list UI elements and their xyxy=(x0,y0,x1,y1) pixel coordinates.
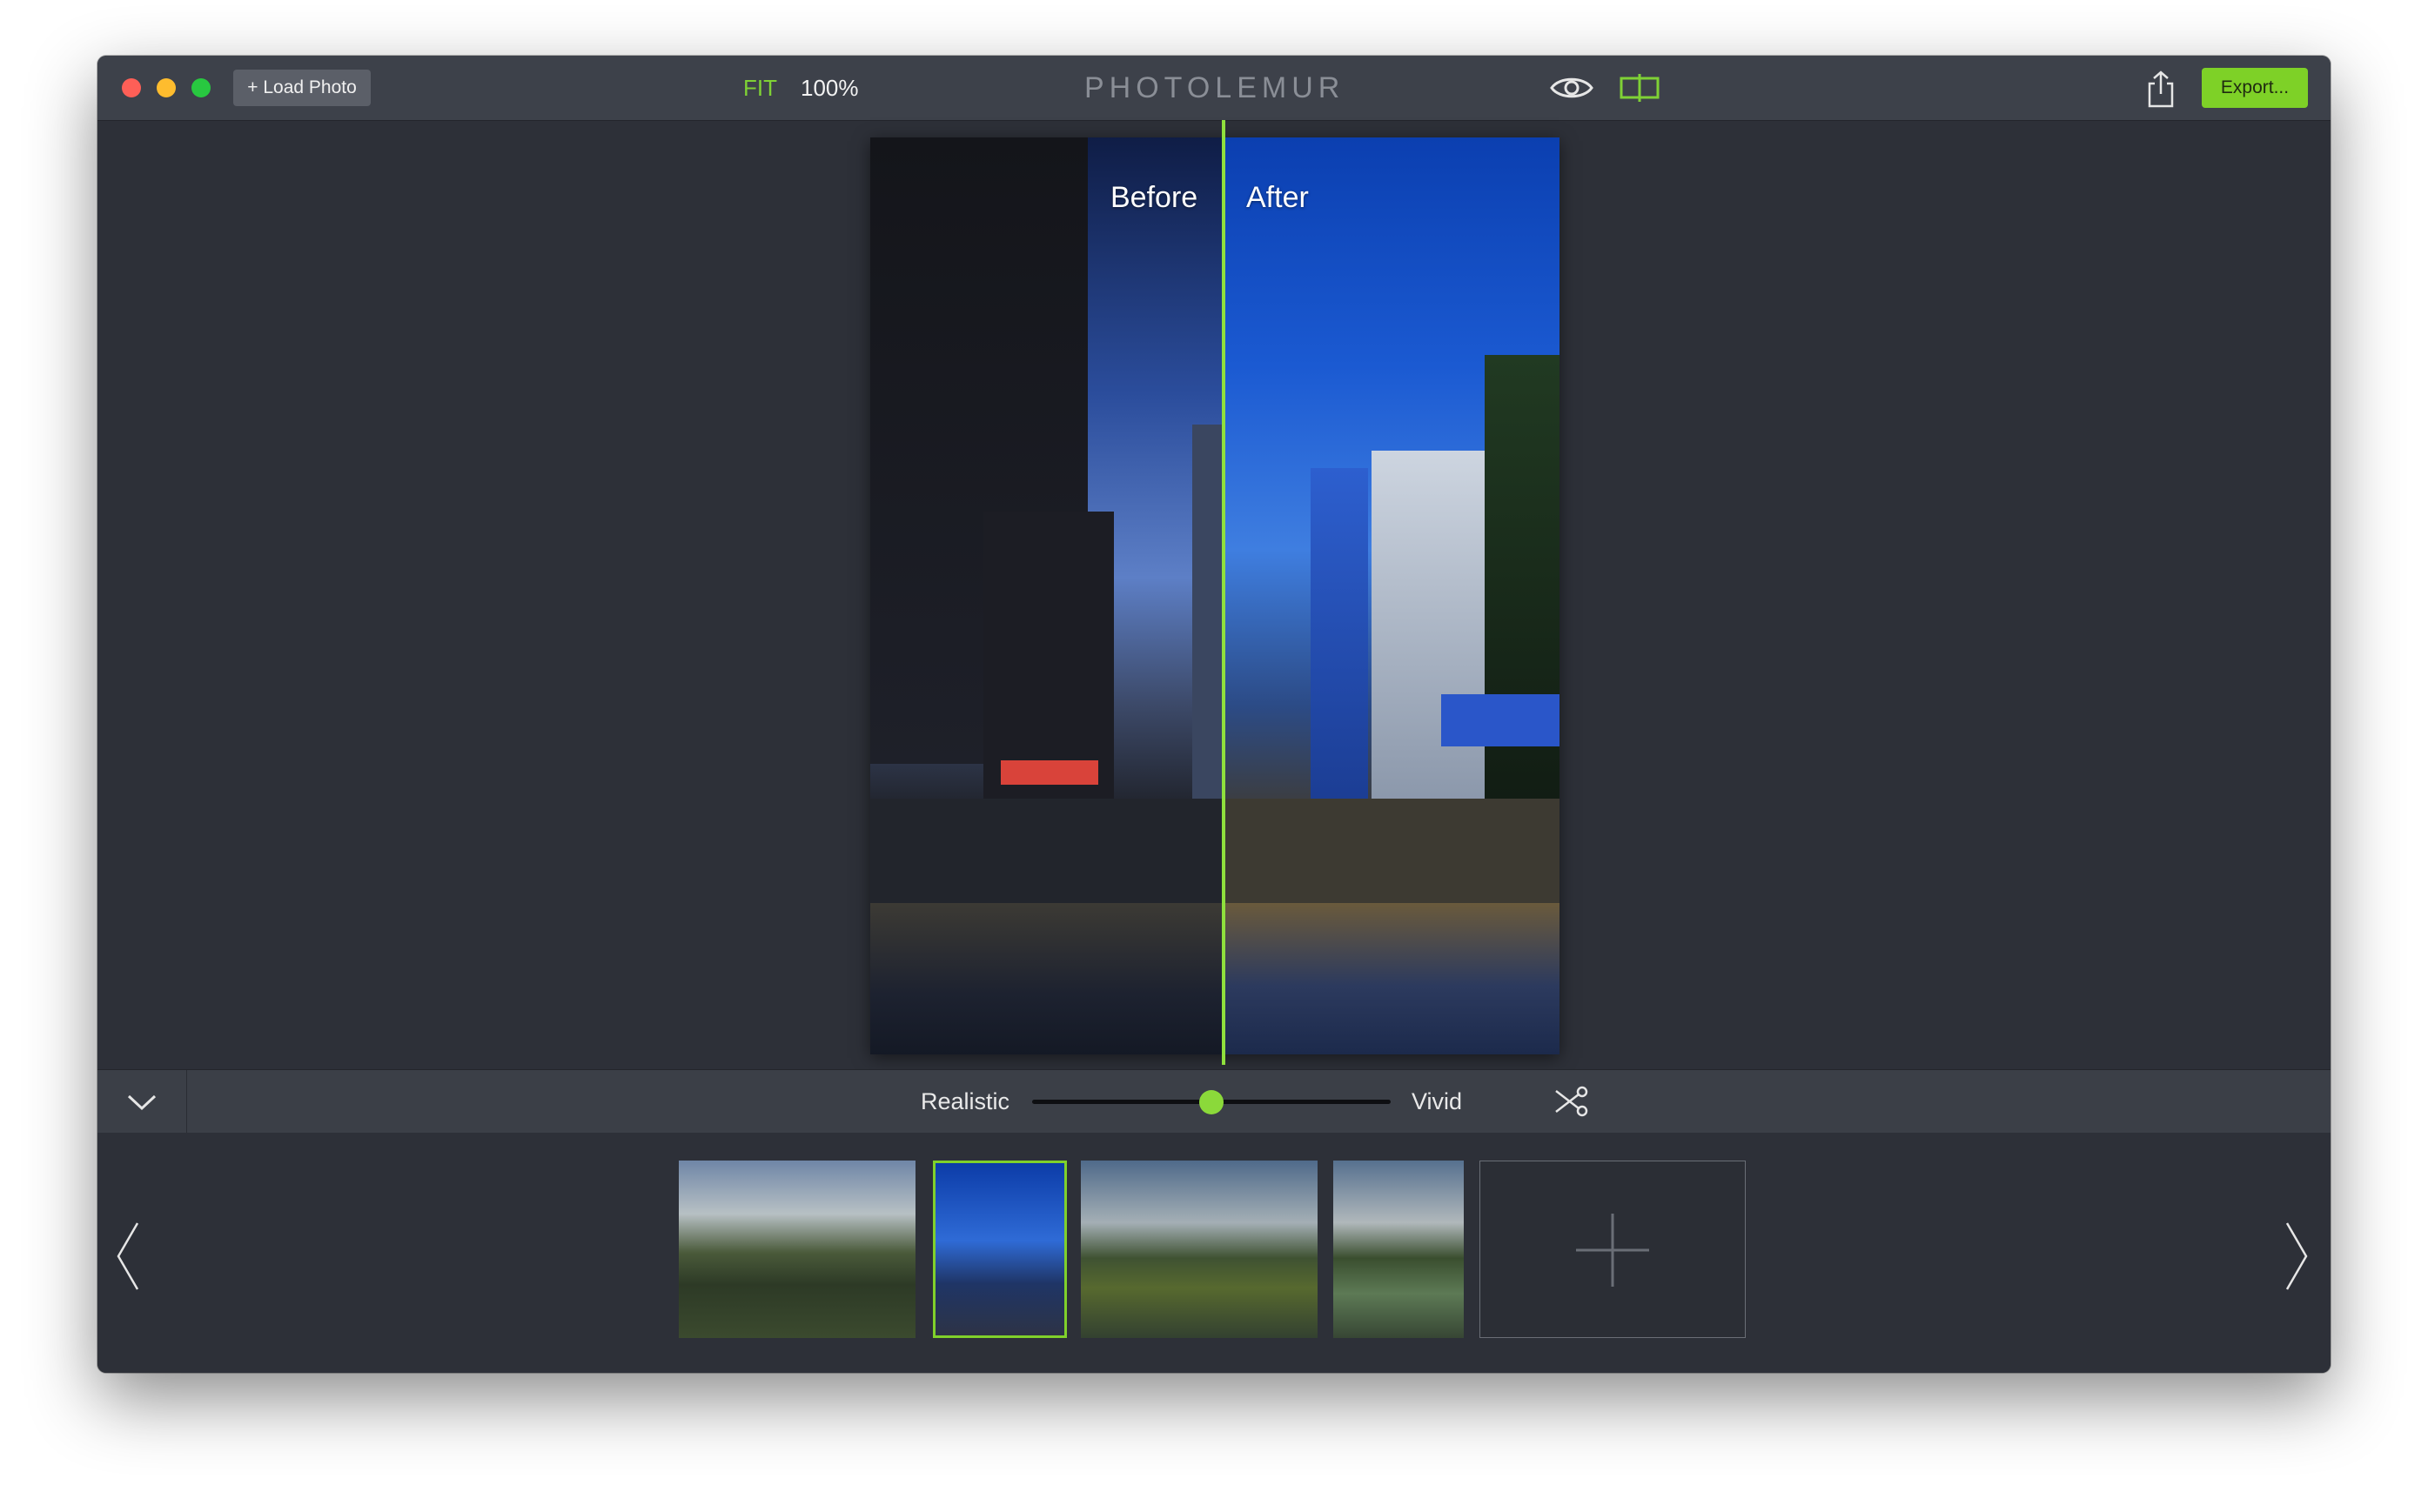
scissors-icon[interactable] xyxy=(1553,1086,1589,1117)
intensity-slider-knob[interactable] xyxy=(1199,1090,1224,1114)
thumbnail-3[interactable] xyxy=(1081,1161,1318,1338)
chevron-down-icon xyxy=(127,1094,157,1111)
collapse-panel-button[interactable] xyxy=(97,1070,187,1133)
realistic-label: Realistic xyxy=(921,1088,1010,1114)
maximize-window-button[interactable] xyxy=(191,78,211,97)
adjustment-bar: Realistic Vivid xyxy=(97,1069,2331,1134)
vivid-label: Vivid xyxy=(1412,1088,1463,1114)
road-after xyxy=(1224,903,1559,1054)
thumbnail-1[interactable] xyxy=(679,1161,916,1338)
road-before xyxy=(870,903,1224,1054)
compare-divider-handle[interactable] xyxy=(1222,120,1225,1065)
filmstrip xyxy=(97,1133,2331,1373)
chevron-left-icon[interactable] xyxy=(115,1220,141,1293)
title-bar: + Load Photo FIT 100% PHOTOLEMUR Export.… xyxy=(97,56,2331,121)
load-photo-button[interactable]: + Load Photo xyxy=(233,70,371,106)
intensity-slider[interactable] xyxy=(1032,1090,1391,1114)
split-compare-icon[interactable] xyxy=(1619,73,1660,103)
fit-zoom-button[interactable]: FIT xyxy=(743,71,777,104)
export-button[interactable]: Export... xyxy=(2202,68,2308,108)
chevron-right-icon[interactable] xyxy=(2284,1220,2310,1293)
zoom-100-button[interactable]: 100% xyxy=(801,71,859,104)
minimize-window-button[interactable] xyxy=(157,78,176,97)
close-window-button[interactable] xyxy=(122,78,141,97)
share-icon[interactable] xyxy=(2146,70,2176,108)
app-title: PHOTOLEMUR xyxy=(1084,71,1345,104)
thumbnail-2-selected[interactable] xyxy=(933,1161,1067,1338)
add-photo-slot[interactable] xyxy=(1479,1161,1746,1338)
app-window: + Load Photo FIT 100% PHOTOLEMUR Export.… xyxy=(97,56,2331,1373)
before-label: Before xyxy=(1110,181,1198,214)
plus-icon xyxy=(1576,1214,1649,1287)
after-label: After xyxy=(1246,181,1309,214)
photo-preview[interactable] xyxy=(870,137,1559,1054)
eye-icon[interactable] xyxy=(1549,73,1594,103)
thumbnail-4[interactable] xyxy=(1333,1161,1464,1338)
